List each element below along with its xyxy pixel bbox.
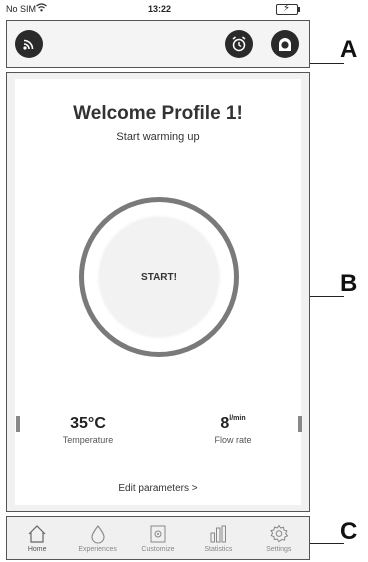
main-panel: Welcome Profile 1! Start warming up STAR… (6, 72, 310, 512)
annotation-line-a (310, 63, 344, 64)
drop-icon (88, 524, 108, 544)
status-bar: No SIM 13:22 ⚡ (0, 0, 310, 18)
temperature-stat: 35°C Temperature (43, 415, 133, 445)
carrier-text: No SIM (6, 4, 37, 14)
nav-label-home: Home (27, 545, 47, 553)
nav-item-settings[interactable]: Settings (251, 524, 307, 553)
temperature-label: Temperature (62, 435, 114, 445)
annotation-line-c (310, 543, 344, 544)
nav-item-customize[interactable]: Customize (130, 524, 186, 553)
flow-value-row: 8l/min (193, 415, 273, 433)
edit-parameters-link[interactable]: Edit parameters > (15, 483, 301, 494)
flow-value: 8 (220, 415, 230, 432)
annotation-label-a: A (340, 36, 358, 63)
nav-label-experiences: Experiences (78, 545, 117, 553)
left-scroll-handle[interactable] (16, 416, 20, 432)
nav-item-home[interactable]: Home (9, 524, 65, 553)
app-screen: No SIM 13:22 ⚡ Welcome Profile 1! Start … (0, 0, 368, 562)
flow-unit: l/min (229, 415, 246, 422)
nav-label-settings: Settings (266, 545, 292, 553)
customize-icon (148, 524, 168, 544)
battery-icon: ⚡ (276, 3, 300, 15)
nav-label-statistics: Statistics (204, 545, 233, 553)
start-ring: START! (79, 197, 239, 357)
wifi-icon (36, 3, 47, 14)
start-button[interactable]: START! (100, 218, 218, 336)
home-icon (27, 524, 47, 544)
connection-icon[interactable] (15, 30, 43, 58)
annotation-line-b (310, 296, 344, 297)
statistics-icon (208, 524, 228, 544)
nav-item-statistics[interactable]: Statistics (190, 524, 246, 553)
flow-stat: 8l/min Flow rate (193, 415, 273, 445)
app-header (6, 20, 310, 68)
flow-label: Flow rate (214, 435, 252, 445)
clock-text: 13:22 (148, 4, 172, 14)
warmup-card: Welcome Profile 1! Start warming up STAR… (15, 79, 301, 505)
annotation-label-c: C (340, 518, 358, 545)
profile-icon[interactable] (271, 30, 299, 58)
bottom-nav: Home Experiences Customize Statistics Se… (6, 516, 310, 560)
nav-label-customize: Customize (141, 545, 175, 553)
alarm-icon[interactable] (225, 30, 253, 58)
page-subtitle: Start warming up (116, 131, 200, 143)
nav-item-experiences[interactable]: Experiences (70, 524, 126, 553)
annotation-label-b: B (340, 270, 358, 297)
page-title: Welcome Profile 1! (73, 103, 243, 124)
right-scroll-handle[interactable] (298, 416, 302, 432)
gear-icon (269, 524, 289, 544)
temperature-value: 35°C (70, 415, 106, 432)
